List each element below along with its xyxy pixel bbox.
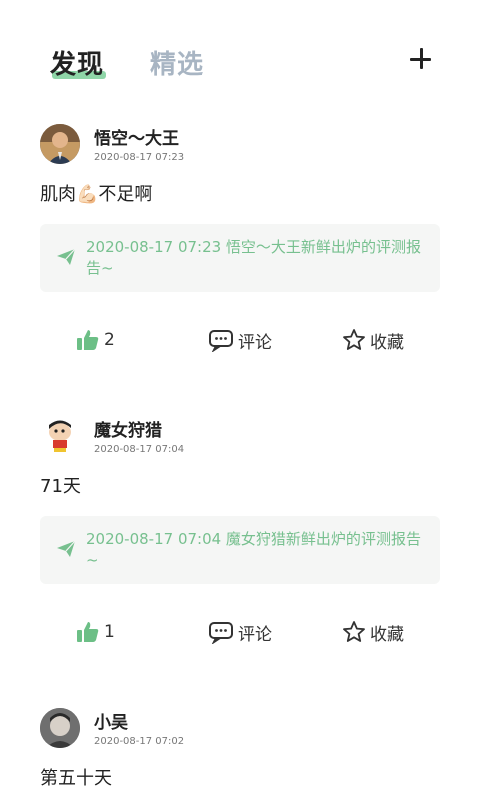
- star-icon: [343, 329, 365, 350]
- comment-label: 评论: [238, 332, 272, 353]
- comment-icon: [209, 330, 233, 352]
- post-username[interactable]: 悟空～大王: [94, 124, 179, 149]
- favorite-button[interactable]: 收藏: [342, 617, 404, 647]
- send-icon: [57, 248, 76, 265]
- tab-discover[interactable]: 发现: [50, 44, 107, 81]
- avatar[interactable]: [40, 124, 80, 164]
- report-link-text: 2020-08-17 07:04 魔女狩猎新鲜出炉的评测报告~: [86, 530, 421, 569]
- cartoon-character-avatar-icon: [40, 416, 80, 456]
- report-link-card[interactable]: 2020-08-17 07:04 魔女狩猎新鲜出炉的评测报告~: [40, 516, 440, 584]
- avatar[interactable]: [40, 708, 80, 748]
- like-button[interactable]: 1: [76, 617, 115, 647]
- comment-button[interactable]: 评论: [208, 617, 272, 647]
- comment-button[interactable]: 评论: [208, 325, 272, 355]
- post-content: 第五十天: [40, 768, 112, 789]
- tab-discover-label: 发现: [50, 50, 105, 80]
- post-username[interactable]: 小吴: [94, 708, 128, 733]
- send-icon: [57, 540, 76, 557]
- report-link-card[interactable]: 2020-08-17 07:23 悟空～大王新鲜出炉的评测报告~: [40, 224, 440, 292]
- post-time: 2020-08-17 07:23: [94, 152, 185, 163]
- like-button[interactable]: 2: [76, 325, 115, 355]
- avatar[interactable]: [40, 416, 80, 456]
- post-card: 悟空～大王 2020-08-17 07:23 肌肉💪🏻不足啊 2020-08-1…: [0, 120, 480, 360]
- add-icon[interactable]: [408, 46, 434, 72]
- post-time: 2020-08-17 07:02: [94, 736, 185, 747]
- report-link-text: 2020-08-17 07:23 悟空～大王新鲜出炉的评测报告~: [86, 238, 421, 277]
- tab-featured[interactable]: 精选: [150, 44, 204, 81]
- post-card: 小吴 2020-08-17 07:02 第五十天: [0, 704, 480, 800]
- comment-icon: [209, 622, 233, 644]
- like-count: 2: [104, 330, 115, 350]
- user-photo-avatar-icon: [40, 124, 80, 164]
- favorite-button[interactable]: 收藏: [342, 325, 404, 355]
- top-header: 发现 精选: [0, 0, 480, 100]
- post-content: 肌肉💪🏻不足啊: [40, 184, 153, 205]
- post-username[interactable]: 魔女狩猎: [94, 416, 162, 441]
- comment-label: 评论: [238, 624, 272, 645]
- post-actions: 2 评论 收藏: [0, 325, 480, 355]
- tab-featured-label: 精选: [150, 50, 205, 80]
- star-icon: [343, 621, 365, 642]
- thumbs-up-icon: [77, 330, 99, 350]
- like-count: 1: [104, 622, 115, 642]
- post-card: 魔女狩猎 2020-08-17 07:04 71天 2020-08-17 07:…: [0, 412, 480, 652]
- thumbs-up-icon: [77, 622, 99, 642]
- post-content: 71天: [40, 476, 81, 497]
- post-actions: 1 评论 收藏: [0, 617, 480, 647]
- favorite-label: 收藏: [370, 624, 404, 645]
- post-time: 2020-08-17 07:04: [94, 444, 185, 455]
- favorite-label: 收藏: [370, 332, 404, 353]
- user-photo-avatar-icon: [40, 708, 80, 748]
